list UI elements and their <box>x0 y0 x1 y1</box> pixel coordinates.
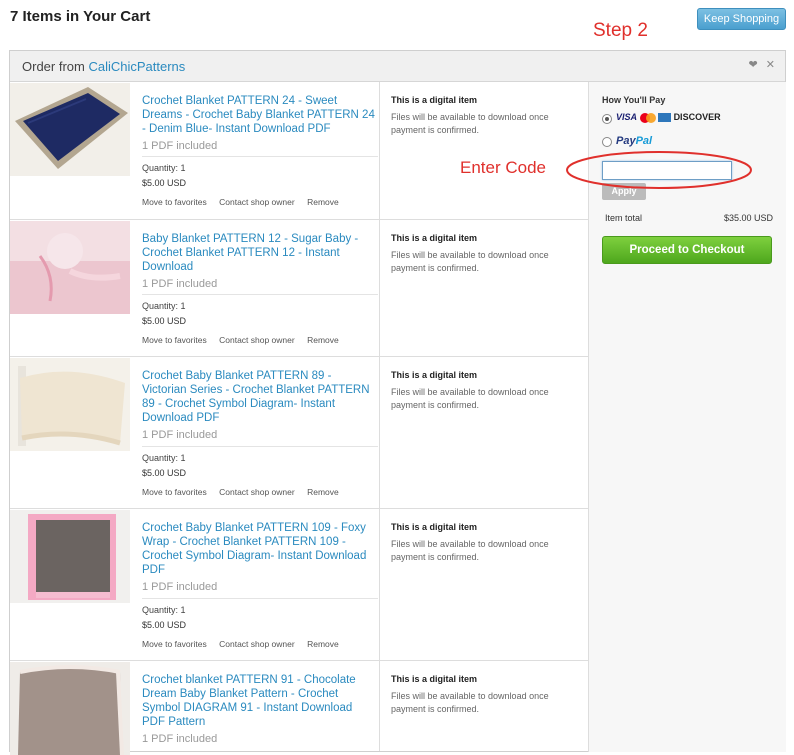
item-actions: Move to favorites Contact shop owner Rem… <box>142 197 378 207</box>
item-total-label: Item total <box>605 213 643 223</box>
cart-item: Crochet blanket PATTERN 91 - Chocolate D… <box>10 661 589 755</box>
visa-logo: VISA <box>616 112 638 122</box>
item-quantity: Quantity: 1 <box>142 163 186 173</box>
item-price: $5.00 USD <box>142 316 187 326</box>
move-to-favorites-link[interactable]: Move to favorites <box>142 335 207 345</box>
contact-shop-owner-link[interactable]: Contact shop owner <box>219 335 295 345</box>
item-actions: Move to favorites Contact shop owner Rem… <box>142 487 378 497</box>
item-actions: Move to favorites Contact shop owner Rem… <box>142 335 378 345</box>
item-title-link[interactable]: Crochet Blanket PATTERN 24 - Sweet Dream… <box>142 94 378 136</box>
item-total-value: $35.00 USD <box>723 213 773 223</box>
move-to-favorites-link[interactable]: Move to favorites <box>142 197 207 207</box>
item-purchase-details: Quantity: 1 $5.00 USD Move to favorites … <box>142 598 378 649</box>
digital-item-title: This is a digital item <box>391 674 478 684</box>
item-purchase-details: Quantity: 1 $5.00 USD Move to favorites … <box>142 294 378 345</box>
paypal-logo-pal: Pal <box>635 135 653 147</box>
item-title-link[interactable]: Crochet Baby Blanket PATTERN 89 - Victor… <box>142 369 378 425</box>
remove-link[interactable]: Remove <box>307 487 339 497</box>
item-info: Crochet Baby Blanket PATTERN 89 - Victor… <box>142 369 378 441</box>
digital-item-notice: This is a digital item Files will be ava… <box>379 220 589 356</box>
digital-item-title: This is a digital item <box>391 233 478 243</box>
how-youll-pay-title: How You'll Pay <box>602 95 666 105</box>
contact-shop-owner-link[interactable]: Contact shop owner <box>219 487 295 497</box>
digital-item-text: Files will be available to download once… <box>391 691 549 714</box>
item-actions: Move to favorites Contact shop owner Rem… <box>142 639 378 649</box>
enter-code-annotation: Enter Code <box>460 158 546 177</box>
move-to-favorites-link[interactable]: Move to favorites <box>142 639 207 649</box>
digital-item-title: This is a digital item <box>391 370 478 380</box>
remove-link[interactable]: Remove <box>307 639 339 649</box>
highlight-ellipse <box>566 151 752 189</box>
item-thumbnail[interactable] <box>10 221 130 314</box>
move-to-favorites-link[interactable]: Move to favorites <box>142 487 207 497</box>
item-included: 1 PDF included <box>142 140 218 152</box>
order-from: Order from CaliChicPatterns <box>22 59 185 74</box>
digital-item-title: This is a digital item <box>391 522 478 532</box>
item-purchase-details: Quantity: 1 $5.00 USD Move to favorites … <box>142 446 378 497</box>
item-info: Crochet blanket PATTERN 91 - Chocolate D… <box>142 673 378 745</box>
item-included: 1 PDF included <box>142 429 218 441</box>
item-purchase-details: Quantity: 1 $5.00 USD Move to favorites … <box>142 156 378 207</box>
item-quantity: Quantity: 1 <box>142 453 186 463</box>
digital-item-notice: This is a digital item Files will be ava… <box>379 357 589 508</box>
item-price: $5.00 USD <box>142 620 187 630</box>
digital-item-text: Files will be available to download once… <box>391 539 549 562</box>
item-info: Crochet Baby Blanket PATTERN 109 - Foxy … <box>142 521 378 593</box>
contact-shop-owner-link[interactable]: Contact shop owner <box>219 639 295 649</box>
digital-item-text: Files will be available to download once… <box>391 112 549 135</box>
paypal-radio[interactable] <box>602 137 612 147</box>
paypal-logo-pay: Pay <box>616 135 636 147</box>
proceed-to-checkout-button[interactable]: Proceed to Checkout <box>602 236 772 264</box>
item-thumbnail[interactable] <box>10 662 130 755</box>
paypal-logo: PayPal <box>616 135 652 147</box>
mastercard-icon <box>639 112 656 123</box>
item-included: 1 PDF included <box>142 581 218 593</box>
item-info: Crochet Blanket PATTERN 24 - Sweet Dream… <box>142 94 378 152</box>
cart-item: Baby Blanket PATTERN 12 - Sugar Baby - C… <box>10 220 588 357</box>
cart-item: Crochet Baby Blanket PATTERN 109 - Foxy … <box>10 509 588 661</box>
card-logos: VISA DISCOVER <box>616 112 721 123</box>
item-title-link[interactable]: Crochet blanket PATTERN 91 - Chocolate D… <box>142 673 378 729</box>
close-icon[interactable]: ✕ <box>766 59 775 71</box>
step-annotation: Step 2 <box>593 20 648 41</box>
item-title-link[interactable]: Baby Blanket PATTERN 12 - Sugar Baby - C… <box>142 232 378 274</box>
item-quantity: Quantity: 1 <box>142 301 186 311</box>
order-from-label: Order from <box>22 59 85 74</box>
item-price: $5.00 USD <box>142 468 187 478</box>
remove-link[interactable]: Remove <box>307 335 339 345</box>
page-title: 7 Items in Your Cart <box>10 8 151 25</box>
card-payment-radio[interactable] <box>602 114 612 124</box>
item-included: 1 PDF included <box>142 733 218 745</box>
contact-shop-owner-link[interactable]: Contact shop owner <box>219 197 295 207</box>
item-price: $5.00 USD <box>142 178 187 188</box>
item-included: 1 PDF included <box>142 278 218 290</box>
cart-item: Crochet Baby Blanket PATTERN 89 - Victor… <box>10 357 588 509</box>
item-thumbnail[interactable] <box>10 83 130 176</box>
digital-item-notice: This is a digital item Files will be ava… <box>379 509 589 660</box>
digital-item-title: This is a digital item <box>391 95 478 105</box>
remove-link[interactable]: Remove <box>307 197 339 207</box>
digital-item-notice: This is a digital item Files will be ava… <box>379 82 589 219</box>
digital-item-notice: This is a digital item Files will be ava… <box>379 661 589 751</box>
heart-icon[interactable]: ❤ <box>749 59 758 71</box>
item-quantity: Quantity: 1 <box>142 605 186 615</box>
digital-item-text: Files will be available to download once… <box>391 250 549 273</box>
cart-item: Crochet Blanket PATTERN 24 - Sweet Dream… <box>10 82 588 220</box>
shop-link[interactable]: CaliChicPatterns <box>88 59 185 74</box>
discover-logo: DISCOVER <box>673 112 721 122</box>
item-thumbnail[interactable] <box>10 510 130 603</box>
order-header: Order from CaliChicPatterns ❤ ✕ <box>10 51 785 82</box>
order-header-icons: ❤ ✕ <box>744 58 776 71</box>
keep-shopping-button[interactable]: Keep Shopping <box>697 8 786 30</box>
item-info: Baby Blanket PATTERN 12 - Sugar Baby - C… <box>142 232 378 290</box>
amex-icon <box>658 113 672 123</box>
item-thumbnail[interactable] <box>10 358 130 451</box>
item-title-link[interactable]: Crochet Baby Blanket PATTERN 109 - Foxy … <box>142 521 378 577</box>
digital-item-text: Files will be available to download once… <box>391 387 549 410</box>
